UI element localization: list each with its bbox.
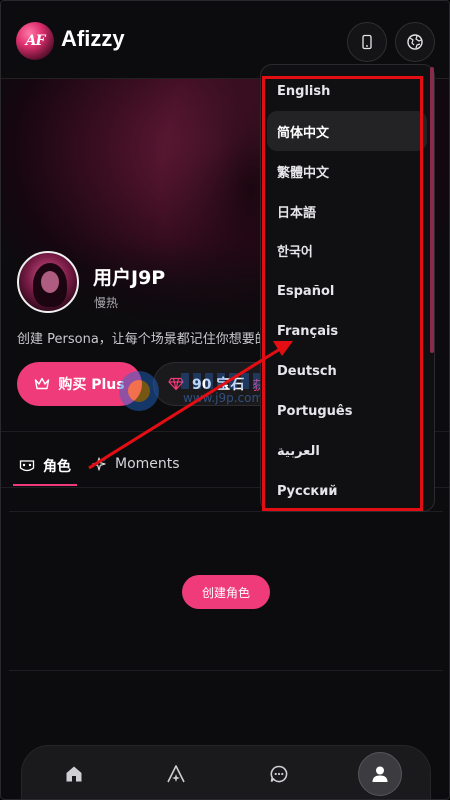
annotation-arrow (88, 341, 293, 470)
app-frame: AF Afizzy 用户J9P 慢热 创建 Persona，让每个场景都记住你想… (0, 0, 450, 800)
